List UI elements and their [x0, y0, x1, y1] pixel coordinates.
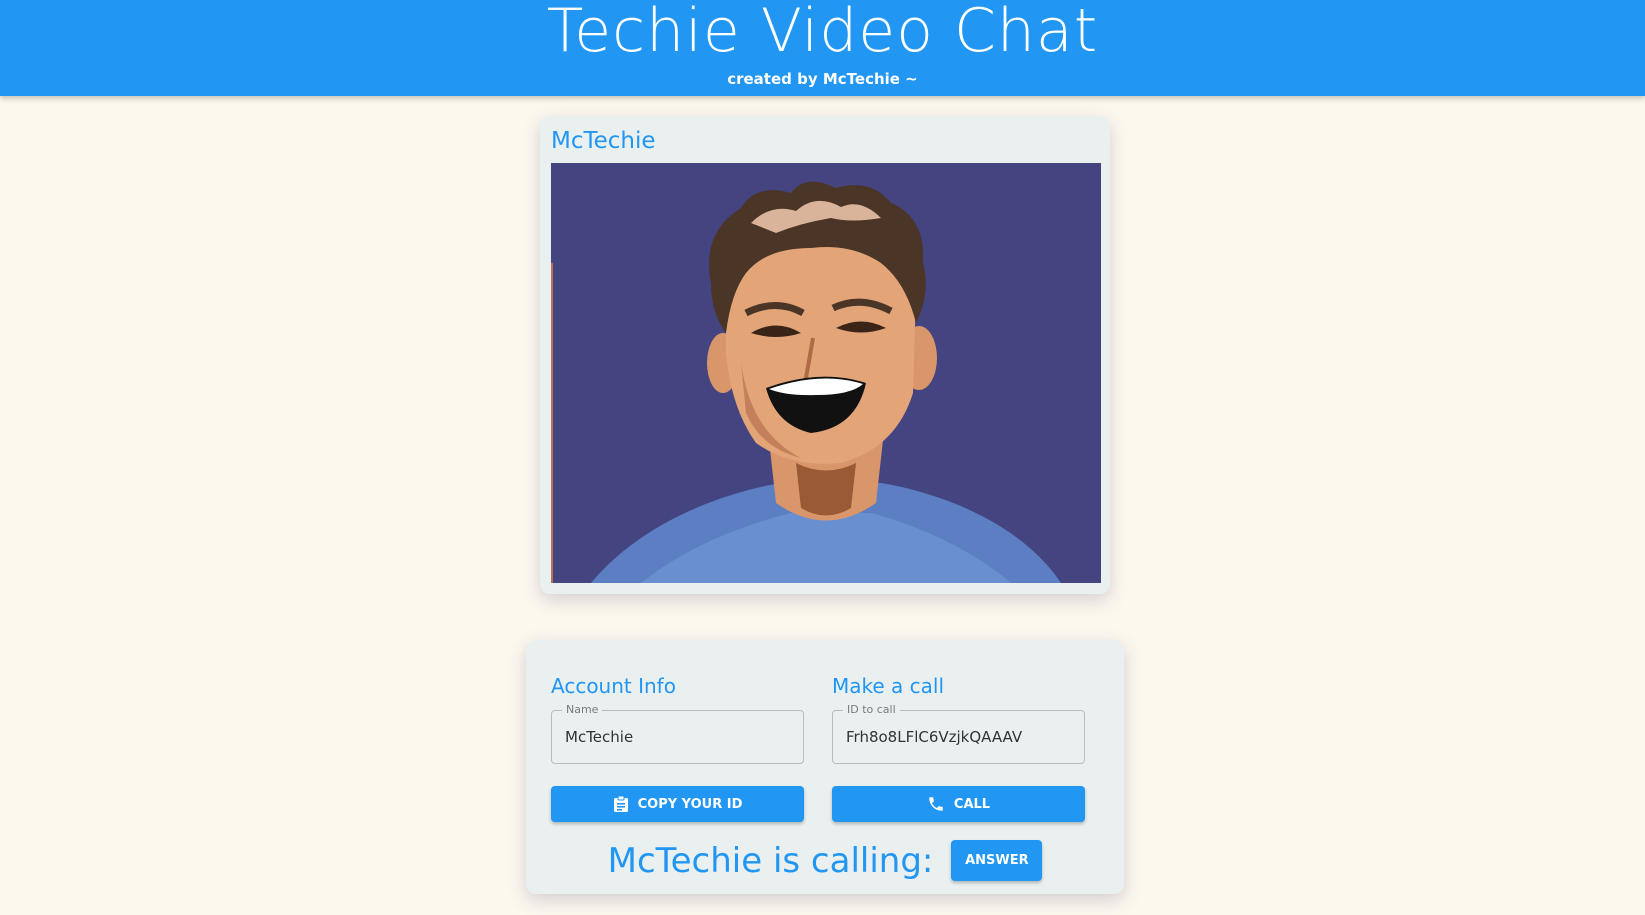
- options-card: Account Info Name Copy Your ID Make a ca…: [526, 640, 1124, 894]
- video-card: McTechie: [540, 116, 1110, 594]
- name-field-label: Name: [562, 703, 603, 716]
- call-button[interactable]: Call: [832, 786, 1085, 822]
- app-title: Techie Video Chat: [546, 0, 1099, 66]
- app-subtitle: created by McTechie ~: [727, 70, 918, 88]
- call-label: Call: [953, 796, 991, 812]
- video-user-name: McTechie: [551, 128, 656, 154]
- account-info-title: Account Info: [551, 674, 676, 698]
- avatar-illustration: [551, 163, 1101, 583]
- video-player[interactable]: [551, 163, 1101, 583]
- copy-id-button[interactable]: Copy Your ID: [551, 786, 804, 822]
- id-to-call-label: ID to call: [843, 703, 900, 716]
- answer-button[interactable]: Answer: [951, 840, 1043, 881]
- phone-icon: [929, 797, 943, 811]
- name-input[interactable]: [565, 728, 793, 746]
- make-call-title: Make a call: [832, 674, 945, 698]
- incoming-call-text: McTechie is calling:: [607, 840, 934, 881]
- incoming-call-row: McTechie is calling: Answer: [526, 840, 1124, 881]
- copy-id-label: Copy Your ID: [637, 796, 743, 812]
- name-field[interactable]: Name: [551, 703, 804, 764]
- id-to-call-input[interactable]: [846, 728, 1074, 746]
- id-to-call-field[interactable]: ID to call: [832, 703, 1085, 764]
- clipboard-icon: [613, 795, 628, 812]
- app-bar: Techie Video Chat created by McTechie ~: [0, 0, 1645, 96]
